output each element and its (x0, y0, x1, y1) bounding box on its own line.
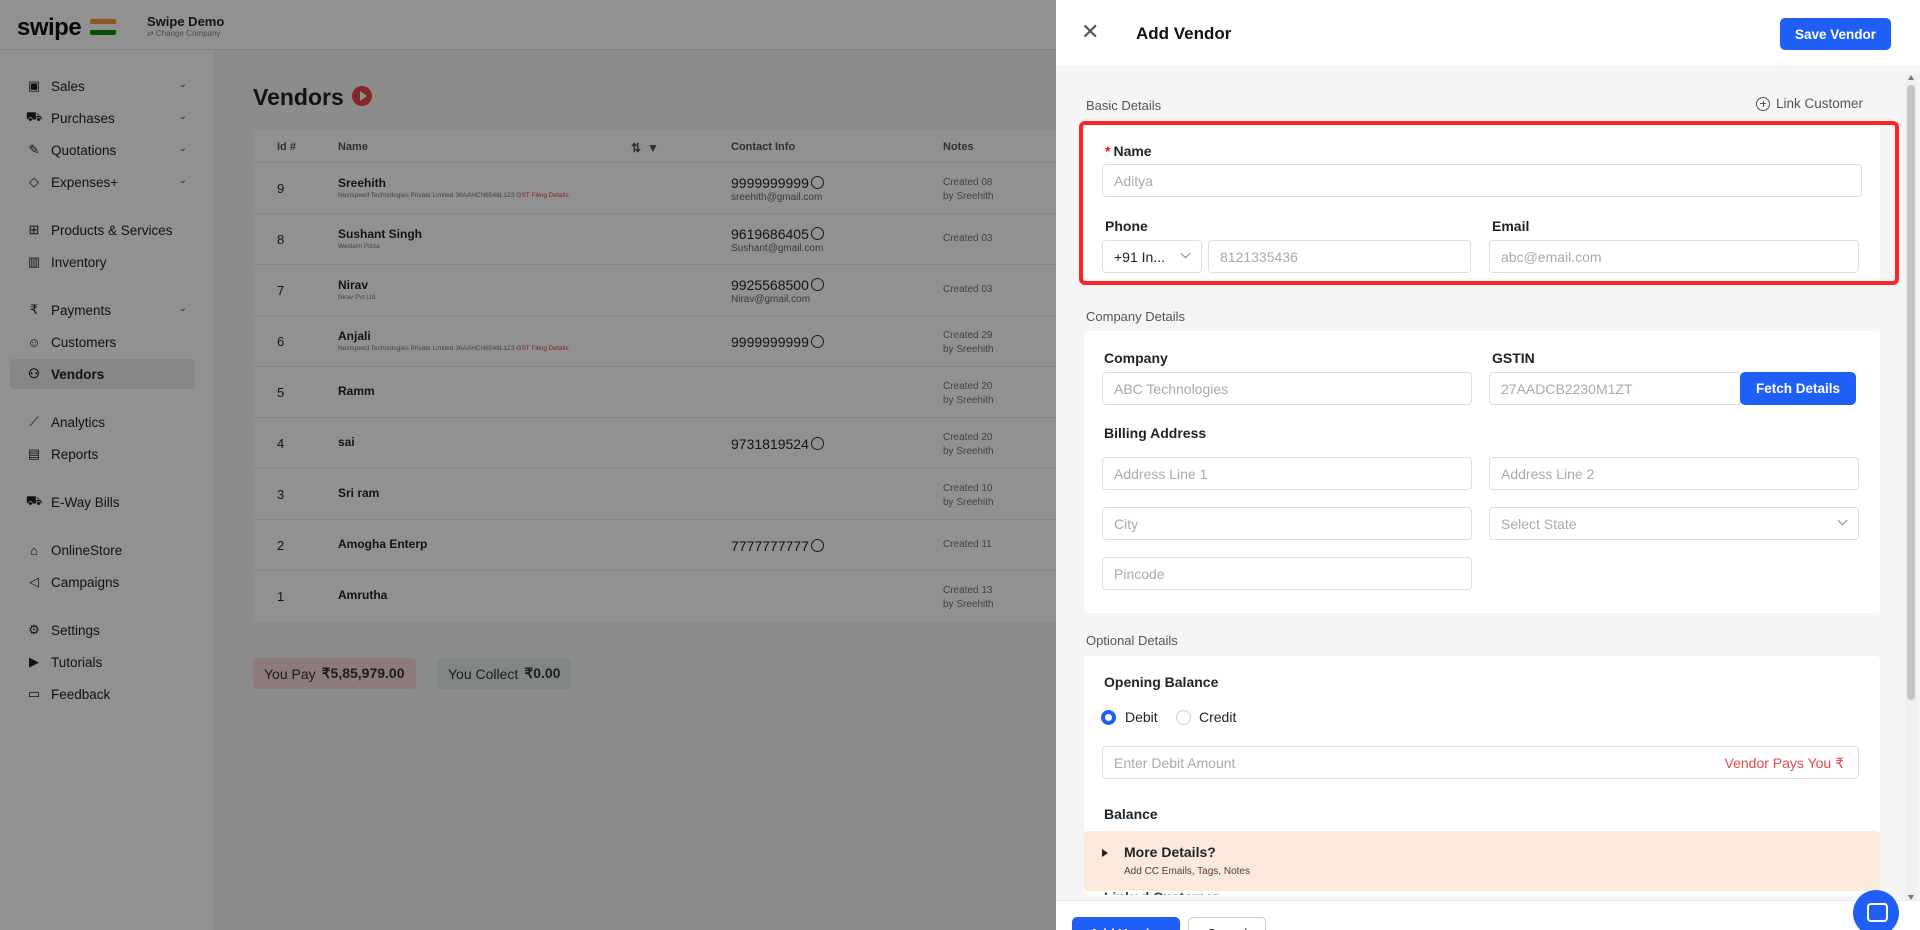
link-customer-button[interactable]: Link Customer (1756, 96, 1863, 111)
company-label: Company (1104, 350, 1168, 366)
linked-customer-label: Linked Customer (1104, 889, 1218, 895)
debit-radio[interactable] (1101, 710, 1116, 725)
add-vendor-button[interactable]: Add Vendor (1072, 917, 1180, 930)
drawer-title: Add Vendor (1136, 24, 1232, 43)
scrollbar-thumb[interactable] (1907, 85, 1915, 700)
close-icon[interactable]: ✕ (1081, 21, 1099, 43)
more-details-toggle[interactable]: More Details? Add CC Emails, Tags, Notes (1084, 831, 1880, 891)
credit-label[interactable]: Credit (1199, 709, 1236, 725)
drawer-header: ✕ Add Vendor Save Vendor (1056, 0, 1920, 67)
billing-address-label: Billing Address (1104, 425, 1207, 441)
drawer-footer: Add Vendor Cancel (1056, 900, 1920, 930)
address-line-1-input[interactable]: Address Line 1 (1102, 457, 1472, 490)
modal-overlay[interactable] (0, 0, 1056, 930)
chat-support-icon[interactable] (1853, 890, 1899, 930)
vendor-pays-you-label: Vendor Pays You ₹ (1724, 755, 1844, 771)
add-vendor-drawer: ✕ Add Vendor Save Vendor Basic Details L… (1056, 0, 1920, 930)
drawer-scrollbar[interactable] (1905, 75, 1917, 900)
save-vendor-button[interactable]: Save Vendor (1780, 18, 1891, 50)
gstin-input[interactable]: 27AADCB2230M1ZT (1489, 372, 1741, 405)
company-input[interactable]: ABC Technologies (1102, 372, 1472, 405)
city-input[interactable]: City (1102, 507, 1472, 540)
balance-label: Balance (1104, 806, 1158, 822)
address-line-2-input[interactable]: Address Line 2 (1489, 457, 1859, 490)
plus-circle-icon (1756, 96, 1770, 111)
opening-balance-label: Opening Balance (1104, 674, 1219, 690)
cancel-button[interactable]: Cancel (1188, 917, 1266, 930)
debit-amount-input[interactable]: Enter Debit Amount Vendor Pays You ₹ (1102, 746, 1859, 779)
caret-right-icon (1102, 849, 1108, 857)
basic-details-label: Basic Details (1086, 98, 1162, 113)
pincode-input[interactable]: Pincode (1102, 557, 1472, 590)
fetch-details-button[interactable]: Fetch Details (1740, 372, 1856, 405)
optional-details-label: Optional Details (1086, 633, 1178, 648)
highlight-box (1079, 121, 1899, 285)
state-select[interactable]: Select State (1489, 507, 1859, 540)
debit-label[interactable]: Debit (1125, 709, 1158, 725)
company-details-label: Company Details (1086, 309, 1185, 324)
credit-radio[interactable] (1176, 710, 1191, 725)
chevron-down-icon (1837, 515, 1848, 526)
gstin-label: GSTIN (1492, 350, 1535, 366)
more-details-title: More Details? (1124, 844, 1216, 860)
scroll-up-icon[interactable] (1908, 75, 1914, 80)
more-details-subtitle: Add CC Emails, Tags, Notes (1124, 866, 1250, 877)
